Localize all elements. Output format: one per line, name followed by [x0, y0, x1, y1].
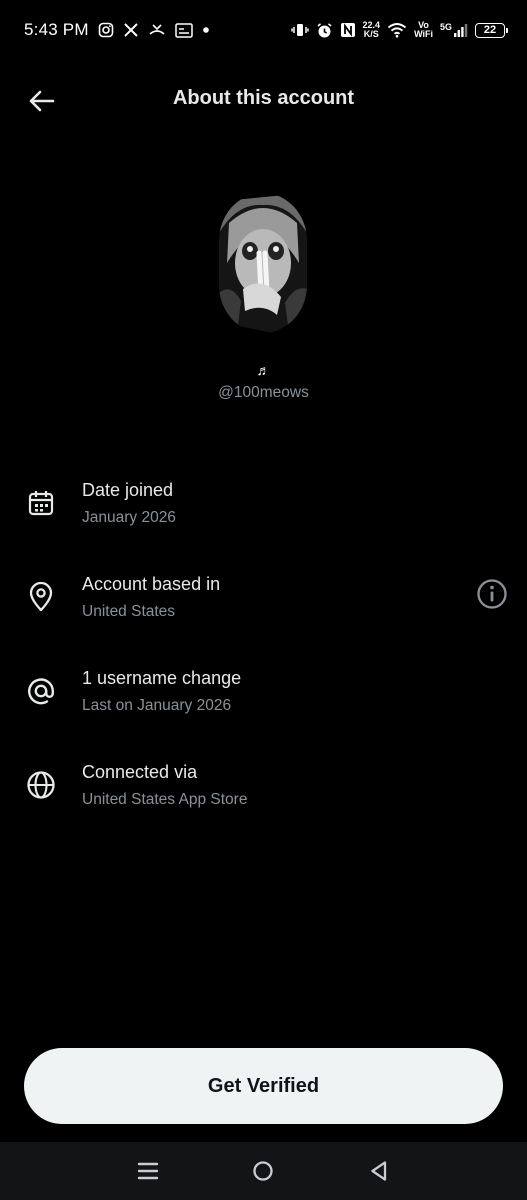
- recents-icon: [137, 1162, 159, 1180]
- info-icon: [477, 579, 507, 609]
- account-based-in-value: United States: [82, 603, 176, 620]
- username-change-title: 1 username change: [82, 668, 242, 688]
- account-based-in-title: Account based in: [82, 574, 221, 594]
- account-based-in-row: Account based in United States: [0, 564, 527, 658]
- account-info-list: Date joined January 2026 Account based i…: [0, 470, 527, 846]
- alarm-icon: [316, 22, 333, 39]
- connected-via-value: United States App Store: [82, 791, 248, 808]
- username-change-value: Last on January 2026: [82, 697, 232, 714]
- status-bar-left: 5:43 PM: [24, 20, 210, 40]
- back-icon: [371, 1161, 387, 1181]
- signal-bars-icon: [454, 24, 468, 37]
- username-change-row: 1 username change Last on January 2026: [0, 658, 527, 752]
- wifi-icon: [387, 22, 407, 38]
- page-title: About this account: [172, 87, 355, 109]
- screen: 5:43 PM 22.4 K/S Vo WiFi 5G 22 About thi…: [0, 0, 527, 1200]
- network-speed: 22.4 K/S: [363, 21, 381, 39]
- location-pin-icon: [24, 580, 58, 614]
- globe-icon: [24, 768, 58, 802]
- home-button[interactable]: [243, 1151, 283, 1191]
- clock: 5:43 PM: [24, 20, 89, 39]
- username-handle: @100meows: [218, 384, 309, 401]
- signal-label: 5G: [439, 22, 452, 32]
- connected-via-title: Connected via: [82, 762, 198, 782]
- network-speed-unit: K/S: [363, 29, 379, 39]
- status-bar-right: 22.4 K/S Vo WiFi 5G 22: [290, 21, 508, 39]
- vibrate-icon: [290, 22, 309, 38]
- signal-group: 5G: [440, 23, 468, 37]
- battery-indicator: 22: [475, 22, 508, 38]
- recents-button[interactable]: [128, 1151, 168, 1191]
- connected-via-row: Connected via United States App Store: [0, 752, 527, 846]
- info-button[interactable]: [475, 577, 509, 611]
- date-joined-value: January 2026: [82, 509, 176, 526]
- date-joined-title: Date joined: [82, 480, 174, 500]
- get-verified-button[interactable]: Get Verified: [24, 1048, 503, 1124]
- calendar-icon: [24, 486, 58, 520]
- avatar-image: [219, 193, 307, 333]
- image-icon: [174, 22, 193, 38]
- date-joined-row: Date joined January 2026: [0, 470, 527, 564]
- nfc-icon: [340, 22, 356, 38]
- instagram-icon: [98, 22, 114, 38]
- vowifi-label: Vo WiFi: [414, 21, 433, 39]
- system-nav-bar: [0, 1142, 527, 1200]
- status-bar: 5:43 PM 22.4 K/S Vo WiFi 5G 22: [0, 0, 527, 60]
- dot-icon: [202, 26, 210, 34]
- missed-call-icon: [148, 22, 166, 38]
- avatar[interactable]: [219, 193, 307, 333]
- home-icon: [253, 1161, 274, 1181]
- display-name: ♬: [256, 362, 271, 378]
- at-sign-icon: [24, 674, 58, 708]
- header: About this account: [0, 72, 527, 128]
- back-nav-button[interactable]: [359, 1151, 399, 1191]
- x-icon: [123, 22, 139, 38]
- wifi-label: WiFi: [414, 29, 433, 39]
